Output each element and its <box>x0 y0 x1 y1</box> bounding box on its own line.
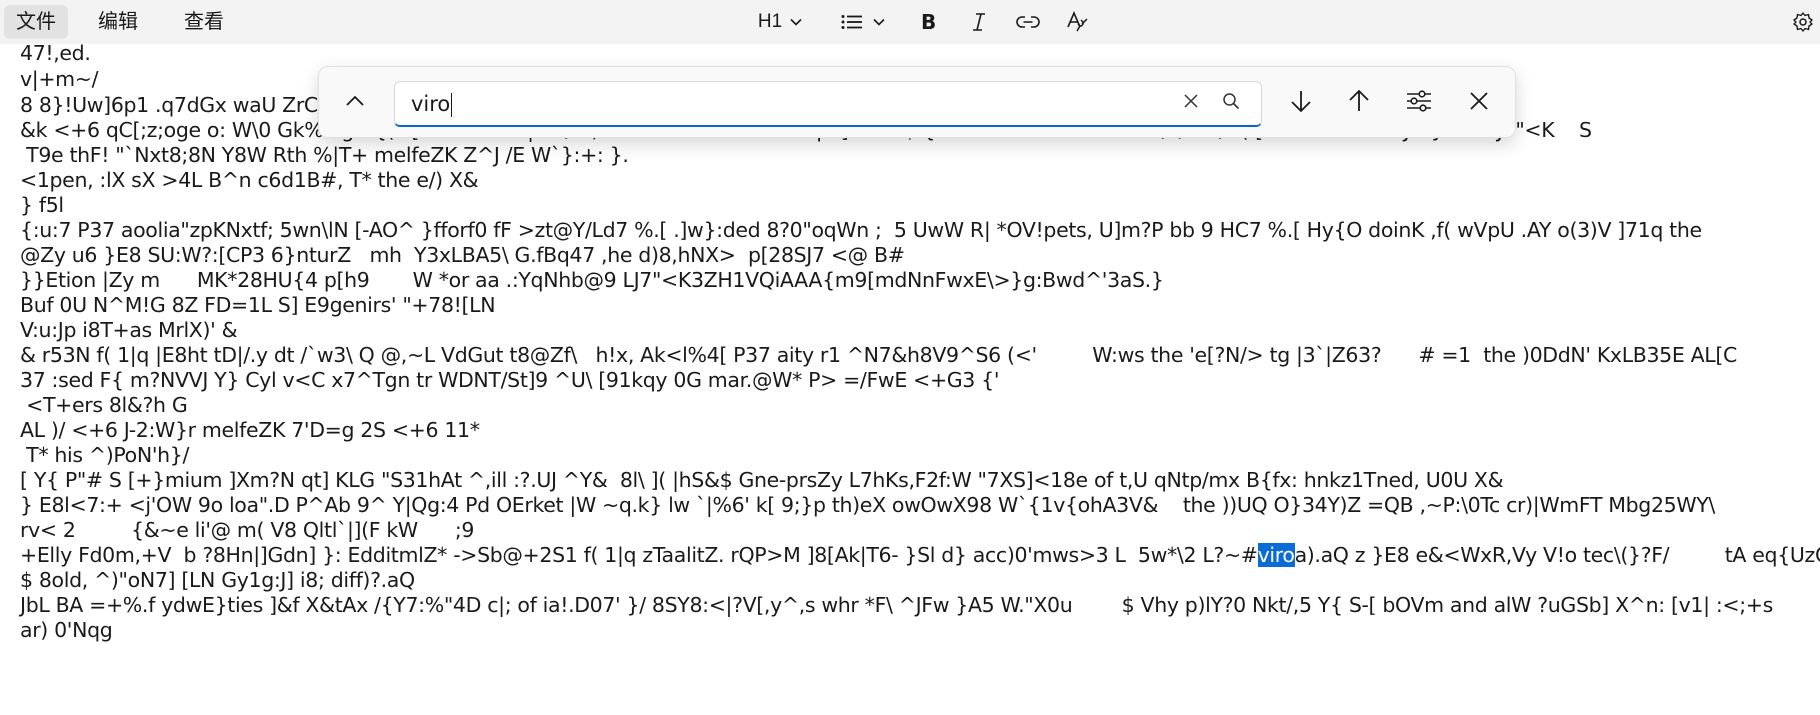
close-icon <box>1469 91 1489 116</box>
collapse-up-icon <box>345 94 365 112</box>
search-match-highlight: viro <box>1257 543 1295 567</box>
text-line[interactable]: @Zy u6 }E8 SU:W?:[CP3 6}nturZ mh Y3xLBA5… <box>20 243 905 267</box>
text-after-match: a).aQ z }E8 e&<WxR,Vy V!o tec\(}?F/ tA e… <box>1294 543 1820 567</box>
next-match-button[interactable] <box>1281 83 1321 123</box>
heading-dropdown[interactable]: H1 <box>752 6 808 38</box>
previous-icon <box>1348 89 1370 118</box>
text-line[interactable]: V:u:Jp i8T+as MrlX)' & <box>20 318 238 342</box>
text-line[interactable]: $ 8old, ^)"oN7] [LN Gy1g:J] i8; diff)?.a… <box>20 568 415 592</box>
chevron-down-icon <box>790 18 802 26</box>
text-line[interactable]: }}Etion |Zy m MK*28HU{4 p[h9 W *or aa .:… <box>20 268 1164 292</box>
text-line[interactable]: ar) 0'Nqg <box>20 618 113 642</box>
text-line[interactable]: AL )/ <+6 J-2:W}r melfeZK 7'D=g 2S <+6 1… <box>20 418 480 442</box>
find-input[interactable]: viro <box>394 81 1262 127</box>
find-query: viro <box>411 92 451 116</box>
text-line[interactable]: } E8l<7:+ <j'OW 9o loa".D P^Ab 9^ Y|Qg:4… <box>20 493 1715 517</box>
text-before-match: +Elly Fd0m,+V b ?8Hn|]Gdn] }: EdditmlZ* … <box>20 543 1258 567</box>
text-line[interactable]: } f5l <box>20 193 64 217</box>
list-icon <box>841 14 863 30</box>
text-line[interactable]: JbL BA =+%.f ydwE}ties ]&f X&tAx /{Y7:%"… <box>20 593 1773 617</box>
text-line[interactable]: <T+ers 8l&?h G <box>20 393 188 417</box>
menu-view[interactable]: 查看 <box>172 5 236 39</box>
text-line[interactable]: 8 8}!Uw]6p1 .q7dGx waU ZrC <box>20 93 318 117</box>
document-editor[interactable]: 47!,ed. v|+m~/ 8 8}!Uw]6p1 .q7dGx waU Zr… <box>0 41 1820 715</box>
next-icon <box>1290 89 1312 118</box>
text-line[interactable]: 47!,ed. <box>20 41 91 65</box>
chevron-down-icon <box>873 18 885 26</box>
settings-button[interactable] <box>1790 6 1816 38</box>
svg-text:B: B <box>921 12 936 32</box>
clear-format-icon <box>1066 11 1090 33</box>
text-line[interactable]: 37 :sed F{ m?NVVJ Y} Cyl v<C x7^Tgn tr W… <box>20 368 1000 392</box>
search-button[interactable] <box>1211 83 1251 123</box>
text-line[interactable]: rv< 2 {&~e li'@ m( V8 Qltl`|](F kW ;9 <box>20 518 474 542</box>
bold-icon: B <box>920 12 938 32</box>
text-line[interactable]: Buf 0U N^M!G 8Z FD=1L S] E9genirs' "+78!… <box>20 293 496 317</box>
bold-button[interactable]: B <box>912 6 946 38</box>
italic-icon <box>970 12 988 32</box>
options-icon <box>1406 89 1432 117</box>
settings-icon <box>1792 11 1814 33</box>
heading-level: H1 <box>757 11 783 32</box>
find-bar: viro <box>318 66 1516 138</box>
clear-icon <box>1183 93 1199 114</box>
text-line[interactable]: T* his ^)PoN'h}/ <box>20 443 189 467</box>
text-line[interactable]: {:u:7 P37 aoolia"zpKNxtf; 5wn\lN [-AO^ }… <box>20 218 1702 242</box>
clear-query-button[interactable] <box>1171 83 1211 123</box>
menu-edit[interactable]: 编辑 <box>86 5 150 39</box>
link-button[interactable] <box>1010 6 1046 38</box>
italic-button[interactable] <box>962 6 996 38</box>
collapse-find-button[interactable] <box>335 83 375 123</box>
text-line[interactable]: <1pen, :lX sX >4L B^n c6d1B#, T* the e/)… <box>20 168 479 192</box>
text-line-with-match[interactable]: +Elly Fd0m,+V b ?8Hn|]Gdn] }: EdditmlZ* … <box>20 543 1820 567</box>
clear-format-button[interactable] <box>1060 6 1096 38</box>
link-icon <box>1016 15 1040 29</box>
text-line[interactable]: & r53N f( 1|q |E8ht tD|/.y dt /`w3\ Q @,… <box>20 343 1737 367</box>
find-options-button[interactable] <box>1399 83 1439 123</box>
text-line[interactable]: T9e thF! "`Nxt8;8N Y8W Rth %|T+ melfeZK … <box>20 143 629 167</box>
search-icon <box>1222 92 1240 115</box>
text-line[interactable]: v|+m~/ <box>20 67 99 91</box>
text-line[interactable]: [ Y{ P"# S [+}mium ]Xm?N qt] KLG "S31hAt… <box>20 468 1504 492</box>
menu-bar: 文件 编辑 查看 H1 B <box>0 0 1820 44</box>
close-find-button[interactable] <box>1459 83 1499 123</box>
previous-match-button[interactable] <box>1339 83 1379 123</box>
text-caret <box>451 93 453 117</box>
list-dropdown[interactable] <box>838 6 888 38</box>
menu-file[interactable]: 文件 <box>4 5 68 39</box>
